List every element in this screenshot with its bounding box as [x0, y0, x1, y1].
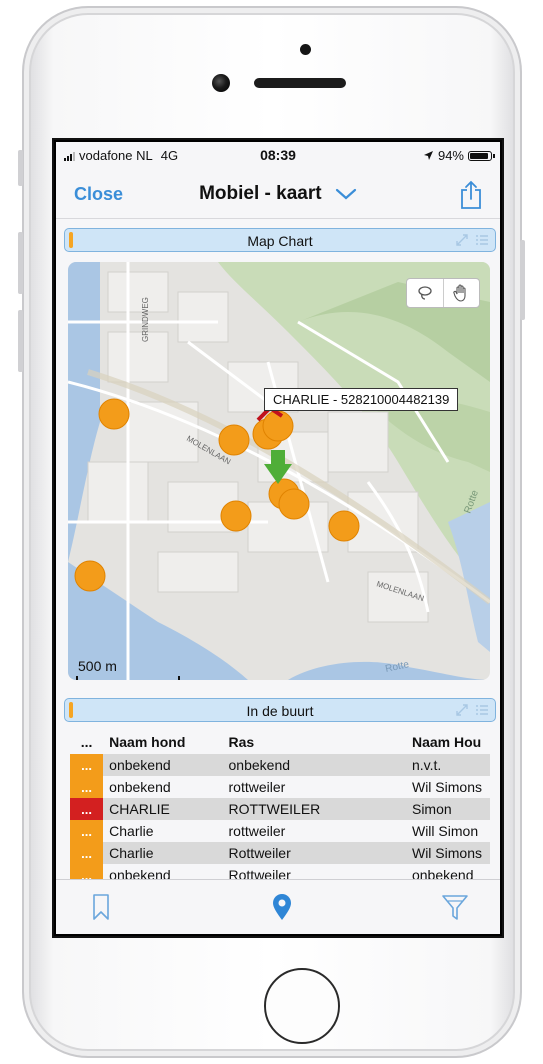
earpiece-speaker	[254, 78, 346, 88]
table-row[interactable]: ... onbekend rottweiler Wil Simons	[70, 776, 490, 798]
scale-bar	[76, 676, 180, 680]
cell-naam-hond: onbekend	[103, 754, 223, 776]
tab-bar	[56, 879, 500, 934]
row-marker[interactable]: ...	[70, 754, 104, 776]
table-header-row: ... Naam hond Ras Naam Hou	[70, 730, 490, 754]
power-button	[520, 240, 525, 320]
row-marker[interactable]: ...	[70, 798, 104, 820]
map-tools	[406, 278, 480, 308]
list-menu-icon[interactable]	[475, 703, 489, 717]
column-header-naam-houder[interactable]: Naam Hou	[406, 730, 490, 754]
proximity-sensor	[300, 44, 311, 55]
cell-naam-houder: n.v.t.	[405, 754, 490, 776]
status-bar: vodafone NL 4G 08:39 94%	[56, 142, 500, 168]
street-label: GRINDWEG	[141, 297, 150, 342]
cell-ras: ROTTWEILER	[222, 798, 406, 820]
marker-tooltip: CHARLIE - 528210004482139	[264, 388, 459, 411]
page-title-dropdown[interactable]: Mobiel - kaart	[56, 183, 500, 205]
table-row[interactable]: ... CHARLIE ROTTWEILER Simon	[70, 798, 490, 820]
cell-ras: Rottweiler	[222, 842, 406, 864]
phone-screen: vodafone NL 4G 08:39 94% Close Mobiel - …	[52, 138, 504, 938]
map-marker[interactable]	[220, 500, 252, 532]
location-pin-icon[interactable]	[267, 892, 297, 922]
row-marker[interactable]: ...	[70, 820, 104, 842]
home-button[interactable]	[264, 968, 340, 1044]
volume-up-button	[18, 232, 23, 294]
cell-naam-houder: Wil Simons	[405, 842, 490, 864]
bookmark-icon[interactable]	[86, 892, 116, 922]
volume-down-button	[18, 310, 23, 372]
front-camera	[212, 74, 230, 92]
location-arrow-icon	[423, 151, 433, 160]
mute-switch	[18, 150, 23, 186]
scale-label: 500 m	[78, 658, 117, 674]
cell-naam-houder: Will Simon	[411, 823, 479, 839]
table-row[interactable]: ... Charlie rottweiler Will Simon	[70, 820, 490, 842]
cell-naam-hond: Charlie	[109, 823, 154, 839]
cell-naam-houder: Simon	[405, 798, 490, 820]
battery-percentage: 94%	[437, 148, 464, 163]
map-panel-title: Map Chart	[247, 233, 313, 249]
row-marker[interactable]: ...	[70, 776, 104, 798]
expand-icon[interactable]	[455, 233, 469, 247]
lasso-tool[interactable]	[407, 279, 443, 307]
battery-icon	[468, 150, 495, 161]
cell-naam-hond: CHARLIE	[103, 798, 223, 820]
column-header-marker[interactable]: ...	[70, 730, 103, 754]
pan-tool[interactable]	[442, 279, 480, 307]
list-menu-icon[interactable]	[475, 233, 489, 247]
cell-ras: rottweiler	[228, 779, 286, 795]
nearby-table: ... Naam hond Ras Naam Hou ... onbekend …	[70, 730, 490, 890]
lasso-icon	[418, 286, 432, 300]
cell-naam-houder: Wil Simons	[411, 779, 482, 795]
table-panel-title: In de buurt	[246, 703, 314, 719]
map-marker[interactable]	[98, 398, 130, 430]
table-row[interactable]: ... Charlie Rottweiler Wil Simons	[70, 842, 490, 864]
map-marker[interactable]	[278, 488, 310, 520]
chevron-down-icon	[335, 188, 356, 200]
map-marker[interactable]	[74, 560, 106, 592]
status-right: 94%	[423, 148, 495, 163]
column-header-ras[interactable]: Ras	[223, 730, 406, 754]
map-marker[interactable]	[328, 510, 360, 542]
cell-naam-hond: Charlie	[103, 842, 223, 864]
share-icon[interactable]	[458, 180, 484, 210]
map-panel-header: Map Chart	[64, 228, 496, 252]
page-title: Mobiel - kaart	[199, 183, 322, 204]
cell-naam-hond: onbekend	[109, 779, 171, 795]
cell-ras: rottweiler	[228, 823, 286, 839]
hand-icon	[453, 284, 466, 302]
cell-ras: onbekend	[222, 754, 406, 776]
column-header-naam-hond[interactable]: Naam hond	[103, 730, 222, 754]
filter-icon[interactable]	[440, 892, 470, 922]
map-marker[interactable]	[218, 424, 250, 456]
table-panel-header: In de buurt	[64, 698, 496, 722]
row-marker[interactable]: ...	[70, 842, 104, 864]
navigation-bar: Close Mobiel - kaart	[56, 170, 500, 219]
map-view[interactable]: GRINDWEG MOLENLAAN MOLENLAAN Rotte Rotte	[68, 262, 490, 680]
table-row[interactable]: ... onbekend onbekend n.v.t.	[70, 754, 490, 776]
expand-icon[interactable]	[455, 703, 469, 717]
map-tiles: GRINDWEG MOLENLAAN MOLENLAAN Rotte Rotte	[68, 262, 490, 680]
app-screen: vodafone NL 4G 08:39 94% Close Mobiel - …	[56, 142, 500, 934]
